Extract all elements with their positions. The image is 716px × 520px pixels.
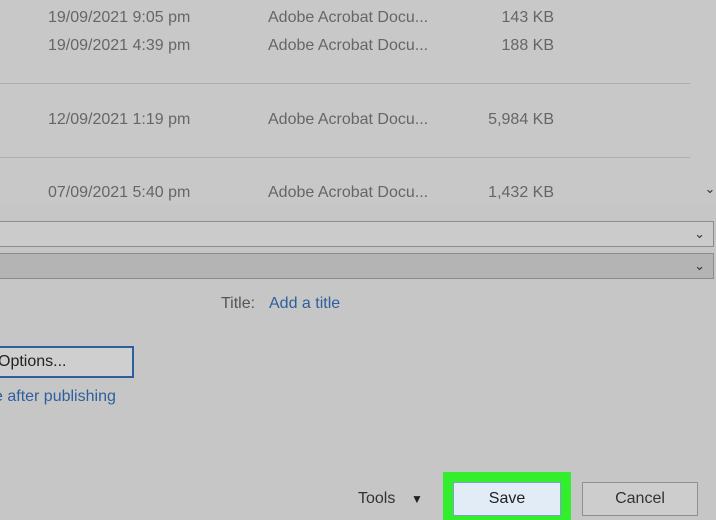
- options-button[interactable]: Options...: [0, 346, 134, 378]
- file-size: 1,432 KB: [488, 184, 554, 201]
- chevron-down-icon[interactable]: ⌄: [704, 176, 716, 202]
- group-separator: [0, 157, 690, 158]
- file-type: Adobe Acrobat Docu...: [268, 111, 429, 128]
- group-separator: [0, 83, 690, 84]
- file-list[interactable]: 19/09/2021 9:05 pm Adobe Acrobat Docu...…: [0, 0, 704, 205]
- file-row[interactable]: 19/09/2021 9:05 pm Adobe Acrobat Docu...…: [0, 4, 704, 32]
- file-row[interactable]: 12/09/2021 1:19 pm Adobe Acrobat Docu...…: [0, 106, 704, 134]
- title-label: Title:: [221, 295, 256, 312]
- save-as-type-combo[interactable]: ⌄: [0, 253, 714, 279]
- caret-down-icon[interactable]: ▼: [411, 489, 423, 509]
- save-button[interactable]: Save: [453, 482, 561, 516]
- cancel-button[interactable]: Cancel: [582, 482, 698, 516]
- file-row[interactable]: 19/09/2021 4:39 pm Adobe Acrobat Docu...…: [0, 32, 704, 60]
- tools-menu[interactable]: Tools: [358, 489, 395, 509]
- chevron-down-icon[interactable]: ⌄: [694, 254, 705, 278]
- file-size: 188 KB: [501, 37, 554, 54]
- file-type: Adobe Acrobat Docu...: [268, 9, 429, 26]
- open-after-publishing-checkbox-label[interactable]: e after publishing: [0, 386, 116, 408]
- file-type: Adobe Acrobat Docu...: [268, 184, 429, 201]
- file-row[interactable]: 07/09/2021 5:40 pm Adobe Acrobat Docu...…: [0, 179, 704, 207]
- file-size: 143 KB: [501, 9, 554, 26]
- file-date: 07/09/2021 5:40 pm: [48, 184, 191, 201]
- file-date: 19/09/2021 9:05 pm: [48, 9, 191, 26]
- file-size: 5,984 KB: [488, 111, 554, 128]
- file-date: 19/09/2021 4:39 pm: [48, 37, 191, 54]
- chevron-down-icon[interactable]: ⌄: [694, 222, 705, 246]
- file-type: Adobe Acrobat Docu...: [268, 37, 429, 54]
- file-date: 12/09/2021 1:19 pm: [48, 111, 191, 128]
- file-list-scrollbar[interactable]: ⌄: [704, 0, 716, 205]
- file-name-combo[interactable]: ⌄: [0, 221, 714, 247]
- add-title-field[interactable]: Add a title: [269, 294, 340, 314]
